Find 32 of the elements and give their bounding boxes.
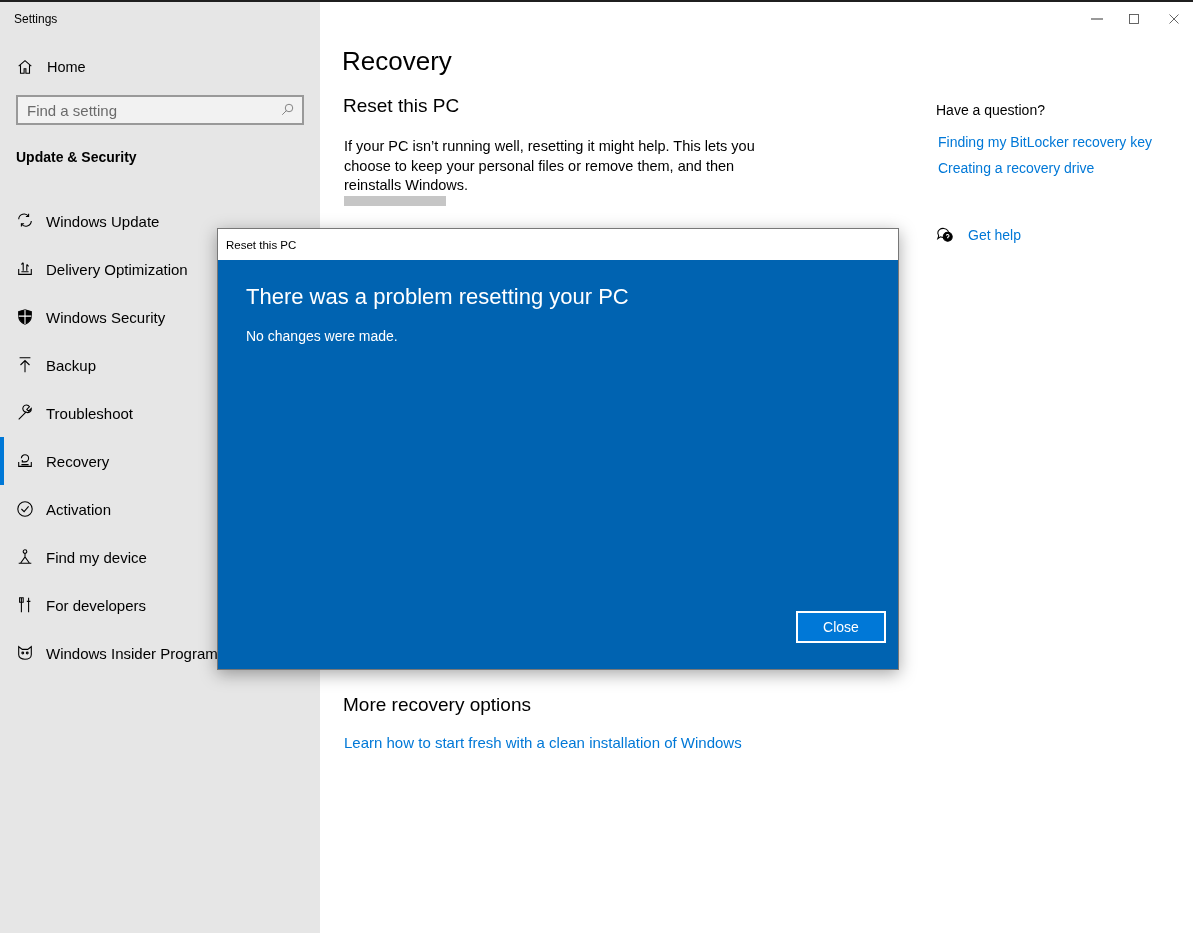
link[interactable]: Learn how to start fresh with a clean installation of Windows: [344, 733, 862, 751]
nav-item[interactable]: For developers: [0, 581, 320, 629]
section-heading: Reset this PC: [343, 95, 461, 117]
help-link[interactable]: Creating a recovery drive: [938, 160, 1152, 176]
page-title: Recovery: [342, 46, 453, 77]
refresh-icon: [16, 212, 34, 230]
get-help-link[interactable]: Get help: [968, 227, 1021, 243]
minimize-icon: [1091, 18, 1103, 20]
help-link[interactable]: Finding my BitLocker recovery key: [938, 134, 1152, 150]
dialog-message: No changes were made.: [246, 328, 399, 344]
shield-icon: [16, 308, 34, 326]
nav-item[interactable]: Find my device: [0, 533, 320, 581]
section-heading: Update & Security: [16, 149, 138, 167]
nav-item[interactable]: Windows Insider Program: [0, 629, 320, 677]
nav-item[interactable]: Troubleshoot: [0, 389, 320, 437]
nav-item[interactable]: Activation: [0, 485, 320, 533]
search-icon: [280, 102, 295, 117]
description-text: If your PC isn’t running well, resetting it might help. This lets you choose to keep your personal files or remove them, and then reinstalls Windows.: [344, 137, 756, 195]
window-title: Settings: [13, 11, 59, 28]
dialog-title: Reset this PC: [226, 238, 297, 251]
search-field[interactable]: Find a setting: [16, 95, 304, 125]
check-circle-icon: [16, 500, 34, 518]
help-heading: Have a question?: [936, 102, 1046, 118]
dialog-heading: There was a problem resetting your PC: [246, 284, 630, 310]
cat-face-icon: [16, 644, 34, 662]
close-button[interactable]: Close: [796, 611, 886, 643]
wrench-icon: [16, 404, 34, 422]
upload-tray-icon: [16, 260, 34, 278]
home-link[interactable]: Home: [16, 58, 320, 76]
chat-question-icon: [936, 226, 954, 244]
section-heading: More recovery options: [343, 693, 532, 716]
home-icon: [16, 58, 34, 76]
